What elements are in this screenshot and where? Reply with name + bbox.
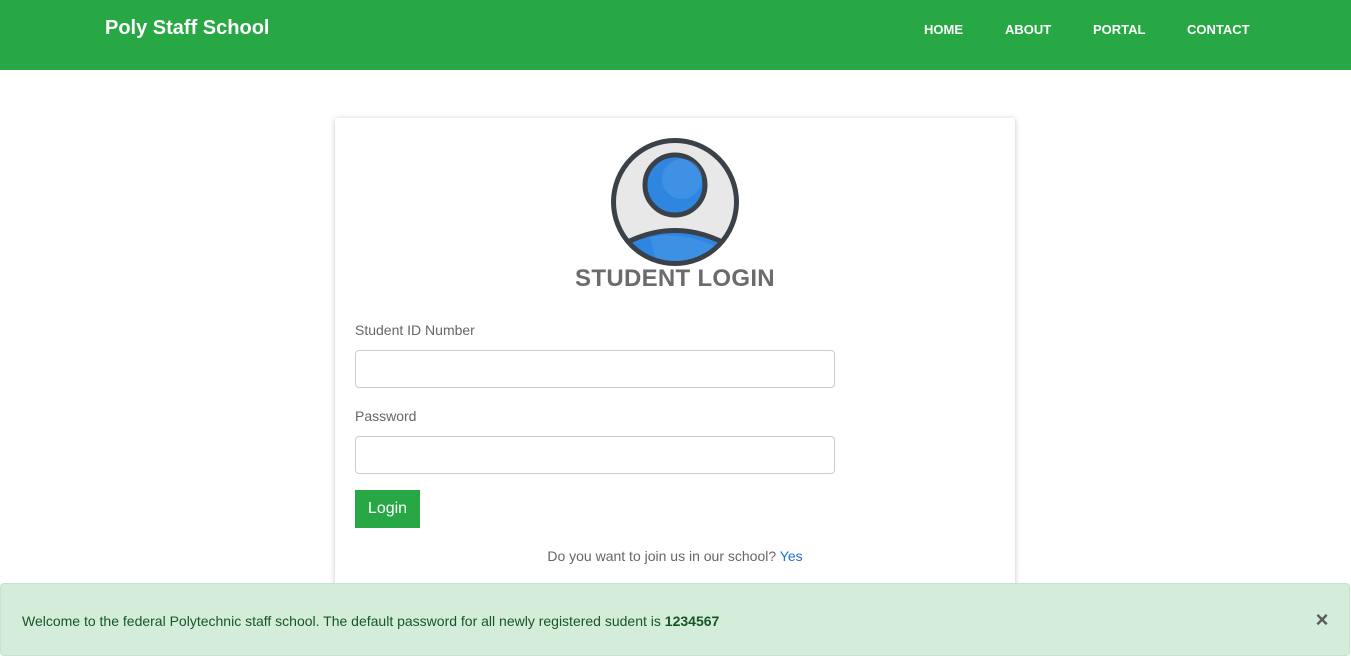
nav-portal-link[interactable]: PORTAL	[1093, 22, 1145, 37]
password-label: Password	[355, 408, 417, 424]
student-id-input[interactable]	[355, 350, 835, 388]
join-prompt-text: Do you want to join us in our school?	[547, 548, 777, 564]
main-nav: HOME ABOUT PORTAL CONTACT	[0, 22, 1351, 42]
welcome-alert: Welcome to the federal Polytechnic staff…	[0, 583, 1350, 656]
alert-message-text: Welcome to the federal Polytechnic staff…	[22, 613, 661, 629]
nav-contact-link[interactable]: CONTACT	[1187, 22, 1250, 37]
student-id-label: Student ID Number	[355, 322, 475, 338]
nav-home-link[interactable]: HOME	[924, 22, 963, 37]
login-card: STUDENT LOGIN Student ID Number Password…	[335, 118, 1015, 598]
join-yes-link[interactable]: Yes	[780, 548, 803, 564]
close-icon[interactable]: ×	[1313, 608, 1331, 632]
page-title: STUDENT LOGIN	[575, 265, 775, 292]
password-input[interactable]	[355, 436, 835, 474]
login-button[interactable]: Login	[355, 490, 420, 528]
user-avatar-icon	[610, 137, 740, 267]
alert-message: Welcome to the federal Polytechnic staff…	[22, 613, 719, 629]
top-navbar: Poly Staff School HOME ABOUT PORTAL CONT…	[0, 0, 1351, 70]
join-prompt: Do you want to join us in our school? Ye…	[335, 548, 1015, 564]
nav-about-link[interactable]: ABOUT	[1005, 22, 1051, 37]
default-password-value: 1234567	[664, 613, 720, 629]
